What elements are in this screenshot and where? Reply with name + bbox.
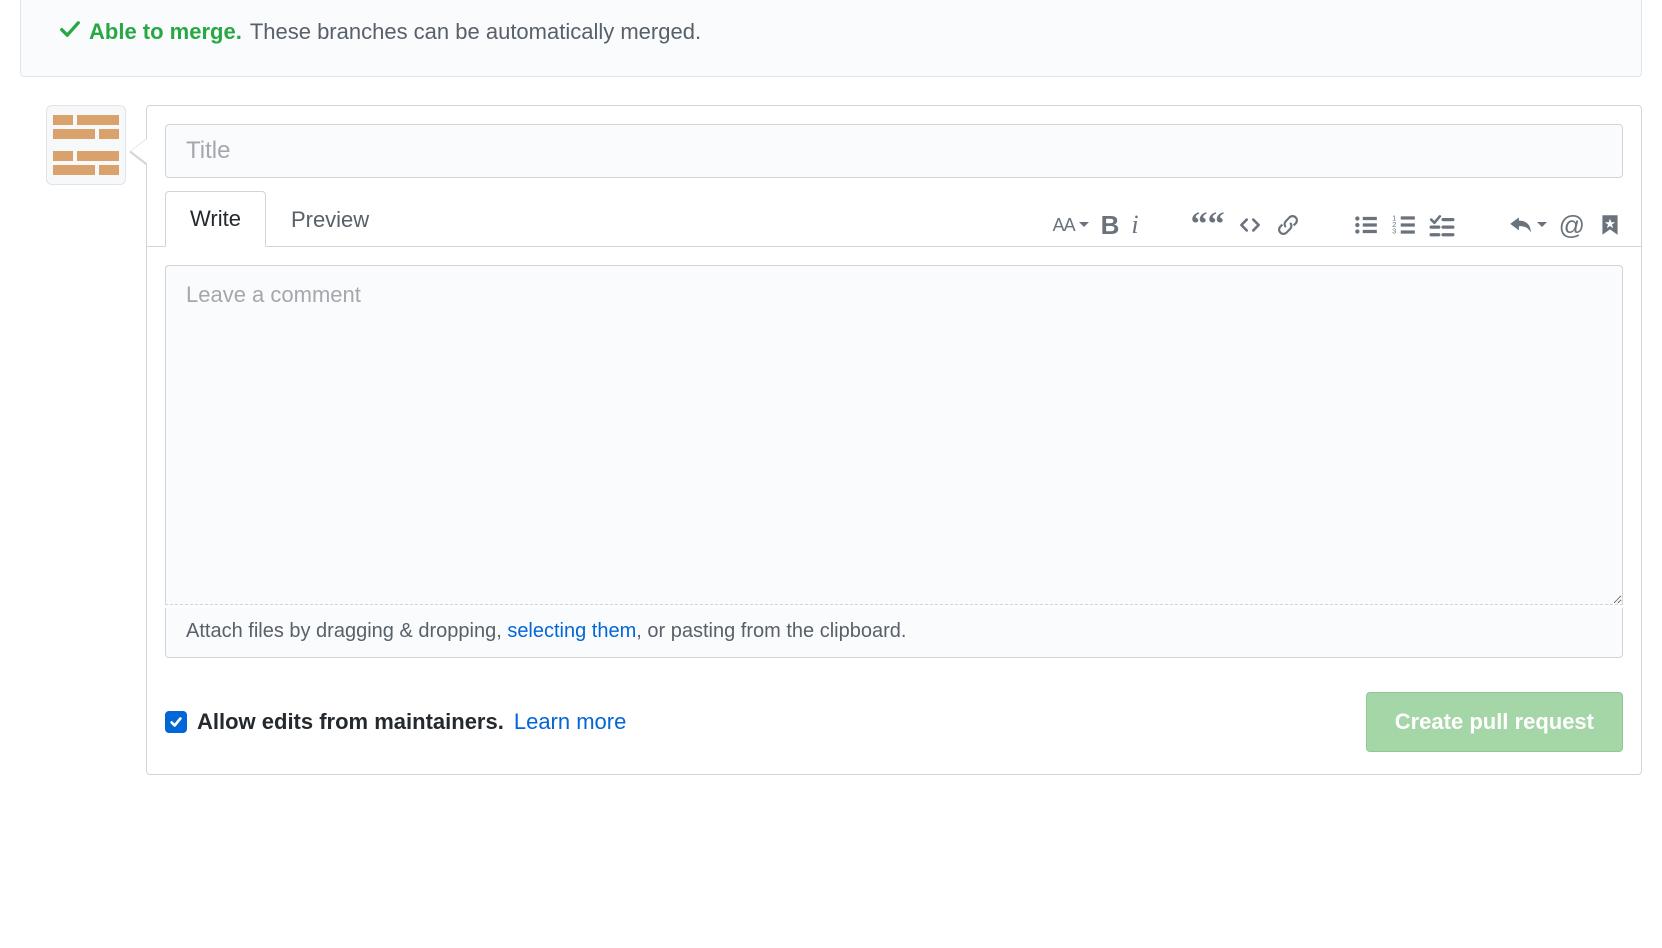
attach-hint: Attach files by dragging & dropping, sel… xyxy=(165,608,1623,658)
attach-select-link[interactable]: selecting them xyxy=(507,620,636,642)
bold-icon[interactable]: B xyxy=(1101,212,1120,238)
compose-box: Write Preview AA B i ““ xyxy=(146,105,1642,775)
tab-preview[interactable]: Preview xyxy=(266,192,394,247)
merge-status-detail: These branches can be automatically merg… xyxy=(250,19,701,45)
code-icon[interactable] xyxy=(1237,212,1263,238)
attach-hint-post: , or pasting from the clipboard. xyxy=(636,620,906,642)
bookmark-icon[interactable] xyxy=(1597,212,1623,238)
markdown-toolbar: AA B i ““ xyxy=(1053,212,1623,246)
merge-status-strong: Able to merge. xyxy=(89,19,242,45)
reply-icon[interactable] xyxy=(1507,212,1547,238)
unordered-list-icon[interactable] xyxy=(1353,212,1379,238)
allow-maintainers-checkbox[interactable] xyxy=(165,711,187,733)
text-size-icon[interactable]: AA xyxy=(1053,216,1089,234)
comment-textarea[interactable] xyxy=(165,265,1623,605)
ordered-list-icon[interactable]: 123 xyxy=(1391,212,1417,238)
learn-more-link[interactable]: Learn more xyxy=(514,709,627,735)
attach-hint-pre: Attach files by dragging & dropping, xyxy=(186,620,507,642)
link-icon[interactable] xyxy=(1275,212,1301,238)
mention-icon[interactable]: @ xyxy=(1559,212,1585,238)
svg-text:3: 3 xyxy=(1392,227,1396,236)
task-list-icon[interactable] xyxy=(1429,212,1455,238)
title-input[interactable] xyxy=(165,124,1623,178)
merge-status-banner: Able to merge. These branches can be aut… xyxy=(20,0,1642,77)
allow-maintainers-label: Allow edits from maintainers. xyxy=(197,709,504,735)
check-icon xyxy=(59,18,81,46)
create-pull-request-button[interactable]: Create pull request xyxy=(1366,692,1623,752)
tab-write[interactable]: Write xyxy=(165,191,266,247)
italic-icon[interactable]: i xyxy=(1131,212,1138,238)
avatar xyxy=(46,105,126,185)
quote-icon[interactable]: ““ xyxy=(1191,218,1225,232)
